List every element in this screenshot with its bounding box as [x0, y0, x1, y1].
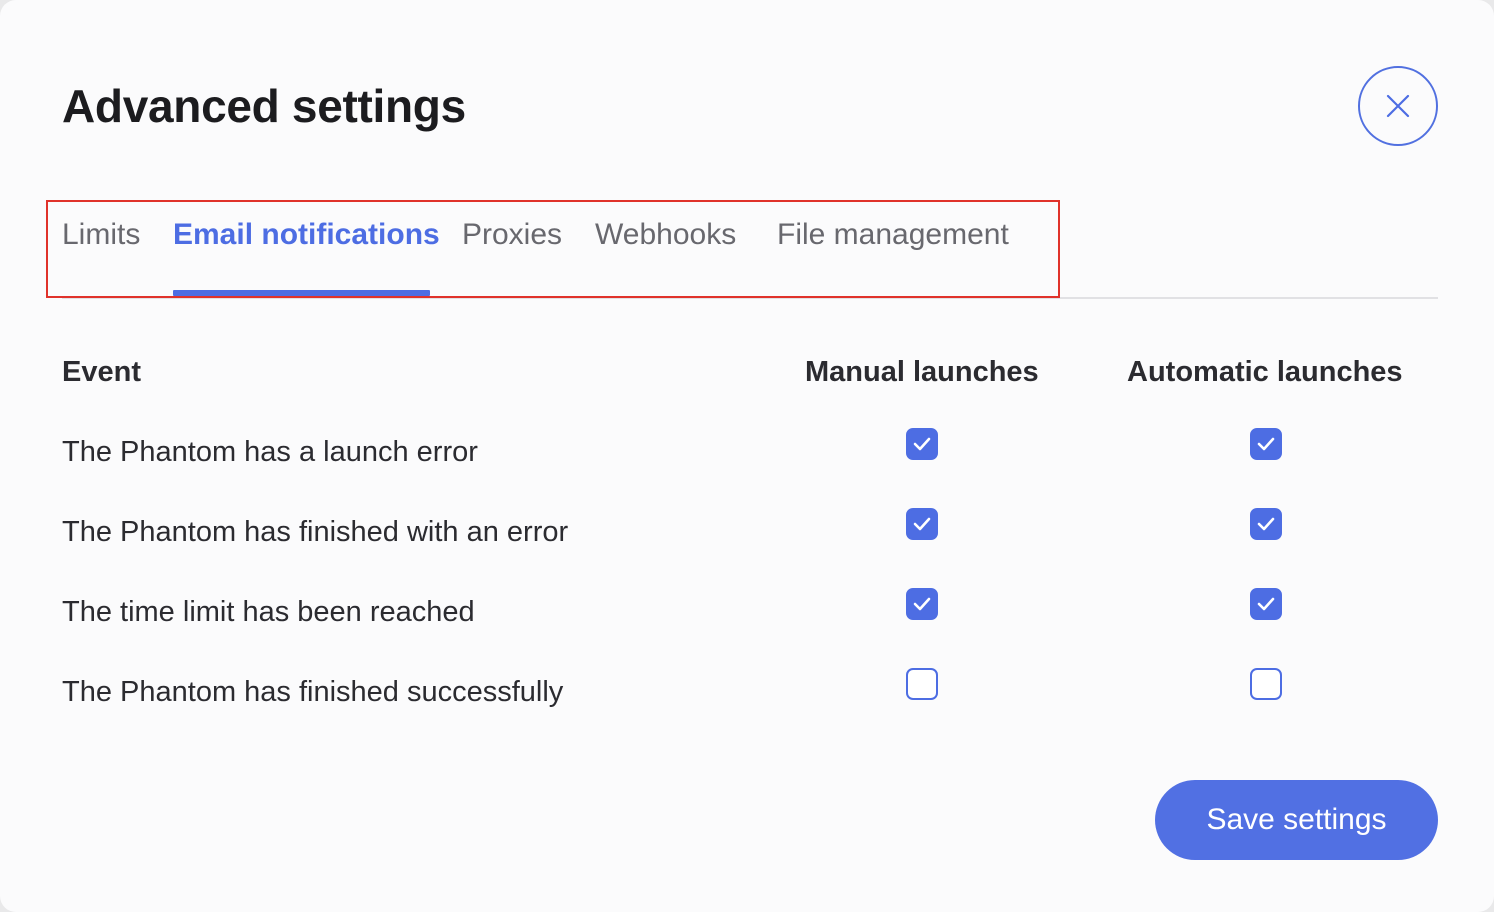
close-button[interactable]: [1358, 66, 1438, 146]
event-label-finished-successfully: The Phantom has finished successfully: [62, 676, 564, 708]
advanced-settings-dialog: Advanced settings Limits Email notificat…: [0, 0, 1494, 912]
tab-webhooks[interactable]: Webhooks: [595, 213, 736, 297]
dialog-title: Advanced settings: [62, 80, 466, 132]
tab-file-management[interactable]: File management: [777, 213, 1009, 297]
tab-proxies[interactable]: Proxies: [462, 213, 562, 297]
automatic-finished-with-error-checkbox[interactable]: [1250, 508, 1282, 540]
save-settings-button[interactable]: Save settings: [1155, 780, 1438, 860]
event-label-finished-with-error: The Phantom has finished with an error: [62, 516, 569, 548]
checkmark-icon: [913, 437, 931, 451]
manual-launch-error-checkbox[interactable]: [906, 428, 938, 460]
tab-email-notifications[interactable]: Email notifications: [173, 213, 440, 297]
automatic-launch-error-checkbox[interactable]: [1250, 428, 1282, 460]
checkmark-icon: [1257, 437, 1275, 451]
checkmark-icon: [1257, 597, 1275, 611]
tabs-divider: [62, 297, 1438, 299]
close-icon: [1386, 94, 1410, 118]
manual-launches-column-header: Manual launches: [805, 356, 1039, 388]
event-column-header: Event: [62, 356, 141, 388]
checkmark-icon: [913, 597, 931, 611]
manual-finished-with-error-checkbox[interactable]: [906, 508, 938, 540]
checkmark-icon: [913, 517, 931, 531]
automatic-time-limit-checkbox[interactable]: [1250, 588, 1282, 620]
manual-finished-successfully-checkbox[interactable]: [906, 668, 938, 700]
checkmark-icon: [1257, 517, 1275, 531]
event-label-time-limit-reached: The time limit has been reached: [62, 596, 475, 628]
manual-time-limit-checkbox[interactable]: [906, 588, 938, 620]
active-tab-indicator: [173, 290, 430, 296]
automatic-finished-successfully-checkbox[interactable]: [1250, 668, 1282, 700]
automatic-launches-column-header: Automatic launches: [1127, 356, 1403, 388]
tab-limits[interactable]: Limits: [62, 213, 140, 297]
event-label-launch-error: The Phantom has a launch error: [62, 436, 478, 468]
